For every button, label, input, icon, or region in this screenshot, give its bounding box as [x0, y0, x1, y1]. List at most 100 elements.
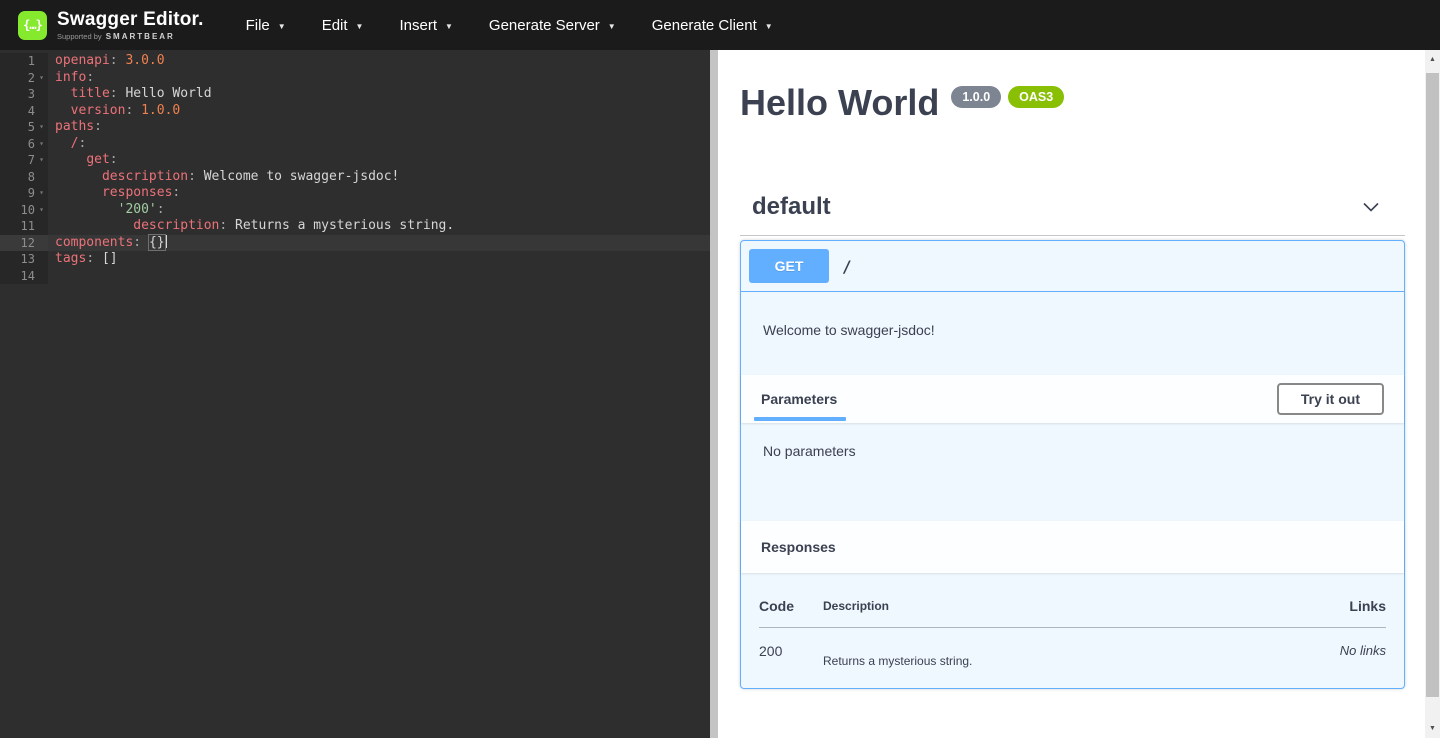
- chevron-down-icon[interactable]: [1361, 197, 1381, 217]
- code-line[interactable]: 2▾info:: [0, 70, 710, 87]
- menu-insert-label: Insert: [399, 17, 437, 34]
- code-text[interactable]: components: {}: [48, 235, 710, 252]
- code-text[interactable]: title: Hello World: [48, 86, 710, 103]
- fold-toggle-icon[interactable]: ▾: [35, 119, 48, 136]
- code-text[interactable]: version: 1.0.0: [48, 103, 710, 120]
- text-cursor: [165, 235, 167, 248]
- yaml-editor[interactable]: 1openapi: 3.0.02▾info:3 title: Hello Wor…: [0, 50, 710, 738]
- no-parameters-message: No parameters: [741, 423, 1404, 521]
- gutter-cell: 10▾: [0, 202, 48, 219]
- scroll-up-icon[interactable]: ▲: [1425, 52, 1440, 67]
- supported-by-label: Supported by: [57, 32, 102, 41]
- gutter-cell: 14: [0, 268, 48, 285]
- parameters-header: Parameters Try it out: [741, 375, 1404, 423]
- gutter-cell: 5▾: [0, 119, 48, 136]
- code-text[interactable]: [48, 268, 710, 285]
- code-line[interactable]: 6▾ /:: [0, 136, 710, 153]
- menu-edit[interactable]: Edit ▼: [304, 0, 382, 50]
- gutter-cell: 1: [0, 53, 48, 70]
- fold-spacer: [35, 86, 48, 103]
- code-line[interactable]: 11 description: Returns a mysterious str…: [0, 218, 710, 235]
- line-number: 4: [0, 103, 35, 120]
- try-it-out-button[interactable]: Try it out: [1277, 383, 1384, 415]
- caret-down-icon: ▼: [445, 20, 453, 31]
- code-text[interactable]: paths:: [48, 119, 710, 136]
- code-line[interactable]: 3 title: Hello World: [0, 86, 710, 103]
- code-text[interactable]: '200':: [48, 202, 710, 219]
- code-line[interactable]: 14: [0, 268, 710, 285]
- preview-scrollbar[interactable]: ▲ ▼: [1425, 50, 1440, 738]
- fold-toggle-icon[interactable]: ▾: [35, 185, 48, 202]
- menu-file[interactable]: File ▼: [228, 0, 304, 50]
- fold-spacer: [35, 169, 48, 186]
- fold-spacer: [35, 53, 48, 70]
- code-text[interactable]: /:: [48, 136, 710, 153]
- gutter-cell: 2▾: [0, 70, 48, 87]
- fold-spacer: [35, 251, 48, 268]
- fold-toggle-icon[interactable]: ▾: [35, 152, 48, 169]
- code-line[interactable]: 7▾ get:: [0, 152, 710, 169]
- swagger-braces-icon: {…}: [18, 11, 47, 40]
- code-text[interactable]: tags: []: [48, 251, 710, 268]
- scrollbar-thumb[interactable]: [1426, 73, 1439, 697]
- code-line[interactable]: 10▾ '200':: [0, 202, 710, 219]
- caret-down-icon: ▼: [356, 20, 364, 31]
- code-text[interactable]: description: Returns a mysterious string…: [48, 218, 710, 235]
- main-split: 1openapi: 3.0.02▾info:3 title: Hello Wor…: [0, 50, 1440, 738]
- gutter-cell: 8: [0, 169, 48, 186]
- operation-description: Welcome to swagger-jsdoc!: [741, 292, 1404, 375]
- gutter-cell: 4: [0, 103, 48, 120]
- gutter-cell: 13: [0, 251, 48, 268]
- caret-down-icon: ▼: [765, 20, 773, 31]
- fold-toggle-icon[interactable]: ▾: [35, 70, 48, 87]
- responses-header: Responses: [741, 521, 1404, 573]
- line-number: 2: [0, 70, 35, 87]
- col-header-description: Description: [823, 598, 1276, 628]
- menu-generate-client[interactable]: Generate Client ▼: [634, 0, 791, 50]
- code-line[interactable]: 13tags: []: [0, 251, 710, 268]
- code-line[interactable]: 5▾paths:: [0, 119, 710, 136]
- code-line[interactable]: 1openapi: 3.0.0: [0, 53, 710, 70]
- code-line[interactable]: 8 description: Welcome to swagger-jsdoc!: [0, 169, 710, 186]
- fold-toggle-icon[interactable]: ▾: [35, 202, 48, 219]
- gutter-cell: 6▾: [0, 136, 48, 153]
- logo-subtitle: Supported by SMARTBEAR: [57, 32, 204, 41]
- pane-splitter[interactable]: [710, 50, 718, 738]
- oas3-badge: OAS3: [1008, 86, 1064, 108]
- code-line[interactable]: 9▾ responses:: [0, 185, 710, 202]
- operation-summary[interactable]: GET /: [741, 241, 1404, 292]
- scroll-down-icon[interactable]: ▼: [1425, 721, 1440, 736]
- response-links: No links: [1276, 628, 1386, 669]
- tab-parameters[interactable]: Parameters: [761, 391, 837, 407]
- gutter-cell: 9▾: [0, 185, 48, 202]
- tag-section-default[interactable]: default: [740, 193, 1405, 236]
- fold-spacer: [35, 235, 48, 252]
- code-text[interactable]: get:: [48, 152, 710, 169]
- line-number: 7: [0, 152, 35, 169]
- code-text[interactable]: info:: [48, 70, 710, 87]
- opblock-get: GET / Welcome to swagger-jsdoc! Paramete…: [740, 240, 1405, 689]
- fold-spacer: [35, 268, 48, 285]
- line-number: 8: [0, 169, 35, 186]
- fold-spacer: [35, 103, 48, 120]
- menu-generate-server[interactable]: Generate Server ▼: [471, 0, 634, 50]
- code-text[interactable]: openapi: 3.0.0: [48, 53, 710, 70]
- fold-toggle-icon[interactable]: ▾: [35, 136, 48, 153]
- line-number: 6: [0, 136, 35, 153]
- menu-insert[interactable]: Insert ▼: [381, 0, 470, 50]
- col-header-links: Links: [1276, 598, 1386, 628]
- code-line[interactable]: 4 version: 1.0.0: [0, 103, 710, 120]
- line-number: 10: [0, 202, 35, 219]
- code-line[interactable]: 12components: {}: [0, 235, 710, 252]
- caret-down-icon: ▼: [608, 20, 616, 31]
- gutter-cell: 11: [0, 218, 48, 235]
- app-title: Swagger Editor.: [57, 10, 204, 30]
- code-text[interactable]: description: Welcome to swagger-jsdoc!: [48, 169, 710, 186]
- api-title: Hello World: [740, 81, 939, 125]
- gutter-cell: 7▾: [0, 152, 48, 169]
- code-text[interactable]: responses:: [48, 185, 710, 202]
- caret-down-icon: ▼: [278, 20, 286, 31]
- swagger-editor-logo[interactable]: {…} Swagger Editor. Supported by SMARTBE…: [18, 10, 204, 41]
- version-badge: 1.0.0: [951, 86, 1001, 108]
- line-number: 3: [0, 86, 35, 103]
